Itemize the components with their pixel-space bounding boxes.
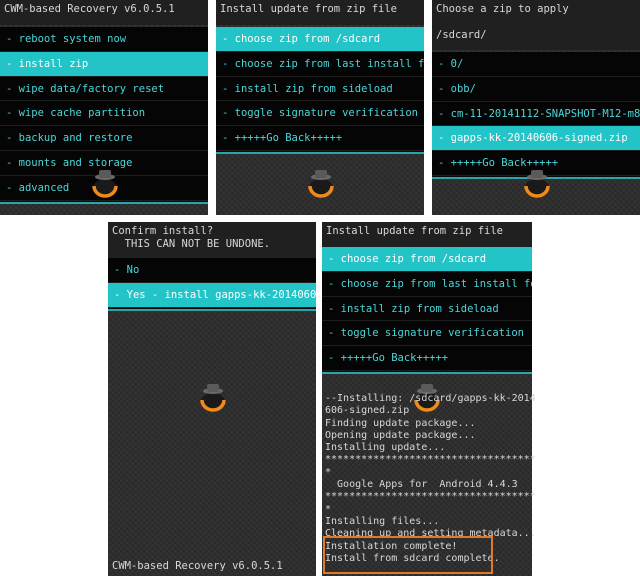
confirm-install-header: Confirm install? THIS CAN NOT BE UNDONE. — [108, 222, 316, 258]
panel-install-zip: Install update from zip file - choose zi… — [216, 0, 424, 215]
menu-item-toggle-signature[interactable]: - toggle signature verification — [322, 321, 532, 347]
log-line: Finding update package... — [325, 417, 476, 429]
log-line: --Installing: /sdcard/gapps-kk-20140 — [325, 393, 535, 404]
file-list: - 0/ - obb/ - cm-11-20141112-SNAPSHOT-M1… — [432, 52, 640, 179]
install-zip-menu: - choose zip from /sdcard - choose zip f… — [216, 27, 424, 154]
panel-choose-zip: Choose a zip to apply /sdcard/ - 0/ - ob… — [432, 0, 640, 215]
confirm-menu: - No - Yes - install gapps-kk-20140606-s… — [108, 258, 316, 311]
log-line: ************************************** — [325, 454, 535, 466]
choose-zip-header: Choose a zip to apply /sdcard/ — [432, 0, 640, 50]
clockworkmod-logo-icon — [308, 170, 334, 198]
menu-item-choose-zip-last-folder[interactable]: - choose zip from last install folder — [322, 271, 532, 297]
clockworkmod-logo-icon — [92, 170, 118, 198]
log-line: * — [325, 466, 332, 478]
menu-divider — [108, 307, 316, 311]
confirm-no-button[interactable]: - No — [108, 258, 316, 283]
menu-divider — [216, 150, 424, 154]
panel-confirm-install: Confirm install? THIS CAN NOT BE UNDONE.… — [108, 222, 316, 576]
menu-item-choose-zip-sdcard[interactable]: - choose zip from /sdcard — [322, 247, 532, 272]
menu-item-toggle-signature[interactable]: - toggle signature verification — [216, 101, 424, 127]
menu-item-choose-zip-last-folder[interactable]: - choose zip from last install folder — [216, 51, 424, 77]
menu-divider — [0, 200, 208, 204]
menu-item-install-sideload[interactable]: - install zip from sideload — [216, 76, 424, 102]
completion-highlight-box — [323, 536, 493, 574]
menu-item-install-sideload[interactable]: - install zip from sideload — [322, 296, 532, 322]
menu-item-install-zip[interactable]: - install zip — [0, 51, 208, 77]
log-line: Google Apps for Android 4.4.3 — [325, 479, 518, 491]
menu-divider — [322, 370, 532, 374]
log-line: Installing update... — [325, 442, 446, 454]
menu-item-backup[interactable]: - backup and restore — [0, 126, 208, 151]
file-item-cm11-zip[interactable]: - cm-11-20141112-SNAPSHOT-M12-m8.zip — [432, 101, 640, 127]
file-item-0[interactable]: - 0/ — [432, 52, 640, 77]
menu-item-reboot[interactable]: - reboot system now — [0, 27, 208, 52]
menu-item-choose-zip-sdcard[interactable]: - choose zip from /sdcard — [216, 27, 424, 52]
log-line: ************************************** — [325, 491, 535, 503]
menu-item-wipe-cache[interactable]: - wipe cache partition — [0, 101, 208, 127]
install-zip-menu: - choose zip from /sdcard - choose zip f… — [322, 247, 532, 374]
menu-item-go-back[interactable]: - +++++Go Back+++++ — [322, 346, 532, 371]
file-item-obb[interactable]: - obb/ — [432, 76, 640, 102]
log-line: * — [325, 503, 332, 515]
install-update-header: Install update from zip file — [322, 222, 532, 247]
log-line: Installing files... — [325, 515, 440, 527]
menu-item-wipe-data[interactable]: - wipe data/factory reset — [0, 76, 208, 102]
panel-main-menu: CWM-based Recovery v6.0.5.1 - reboot sys… — [0, 0, 208, 215]
clockworkmod-logo-icon — [200, 384, 226, 412]
menu-item-go-back[interactable]: - +++++Go Back+++++ — [216, 126, 424, 151]
file-item-gapps-zip[interactable]: - gapps-kk-20140606-signed.zip — [432, 126, 640, 152]
clockworkmod-logo-icon — [524, 170, 550, 198]
install-update-header: Install update from zip file — [216, 0, 424, 25]
confirm-yes-button[interactable]: - Yes - install gapps-kk-20140606-signed… — [108, 282, 316, 308]
recovery-version-footer: CWM-based Recovery v6.0.5.1 — [112, 560, 283, 572]
log-line: 606-signed.zip — [325, 405, 410, 417]
recovery-version-header: CWM-based Recovery v6.0.5.1 — [0, 0, 208, 25]
log-line: Opening update package... — [325, 429, 476, 441]
